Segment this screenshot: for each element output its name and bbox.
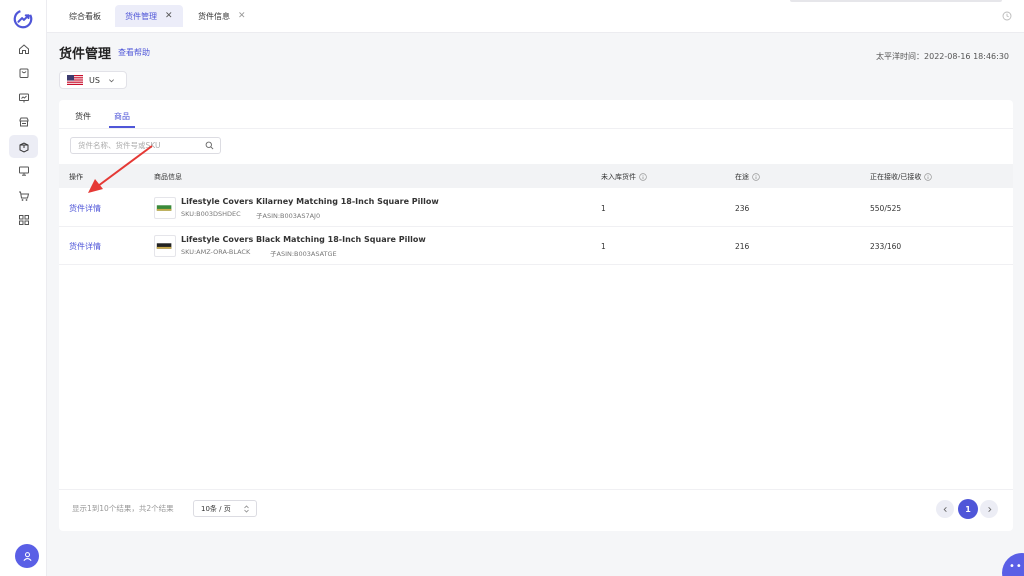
chevron-right-icon xyxy=(987,506,991,512)
top-strip xyxy=(790,0,1002,2)
home-icon xyxy=(18,43,29,54)
more-dots-icon: ••• xyxy=(1009,561,1024,572)
monitor-icon xyxy=(18,166,29,176)
receiving-count: 233/160 xyxy=(870,242,902,251)
apps-grid-icon xyxy=(18,214,29,225)
chart-screen-icon xyxy=(18,93,29,102)
page-size-select[interactable]: 10条 / 页 xyxy=(193,500,257,517)
shipment-details-link[interactable]: 货件详情 xyxy=(69,203,101,214)
sidebar-item-home[interactable] xyxy=(9,37,38,60)
table-row: 货件详情 Lifestyle Covers Black Matching 18-… xyxy=(59,227,1013,265)
page-title: 货件管理 xyxy=(59,47,112,62)
tab-bar: 综合看板 货件管理 ✕ 货件信息 ✕ xyxy=(47,0,1024,33)
column-header-pending: 未入库货件 xyxy=(601,172,647,182)
pending-count: 1 xyxy=(601,242,606,251)
sidebar-item-cart[interactable] xyxy=(9,184,38,207)
search-input[interactable] xyxy=(78,141,198,150)
sidebar-item-apps[interactable] xyxy=(9,208,38,231)
region-value: US xyxy=(89,75,100,85)
shipment-details-link[interactable]: 货件详情 xyxy=(69,241,101,252)
tab-label: 综合看板 xyxy=(69,11,101,21)
product-name: Lifestyle Covers Kilarney Matching 18-In… xyxy=(181,197,439,206)
results-summary: 显示1到10个结果，共2个结果 xyxy=(72,504,174,513)
column-header-receiving: 正在接收/已接收 xyxy=(870,172,933,182)
pending-count: 1 xyxy=(601,204,606,213)
sidebar-item-bag[interactable] xyxy=(9,61,38,84)
cart-icon xyxy=(18,191,29,201)
subtab-shipments[interactable]: 货件 xyxy=(75,111,91,122)
chevron-updown-icon xyxy=(244,505,249,513)
page-1-button[interactable]: 1 xyxy=(958,499,978,519)
product-sku: SKU:B003DSHDEC xyxy=(181,210,241,218)
chevron-left-icon xyxy=(943,506,947,512)
divider xyxy=(59,489,1013,490)
chevron-down-icon xyxy=(108,78,114,82)
region-select[interactable]: US xyxy=(59,71,127,89)
table-row: 货件详情 Lifestyle Covers Kilarney Matching … xyxy=(59,189,1013,227)
help-link[interactable]: 查看帮助 xyxy=(118,47,150,58)
column-header-product-info: 商品信息 xyxy=(154,173,182,181)
clock-icon[interactable] xyxy=(1002,11,1012,21)
sidebar-item-monitor[interactable] xyxy=(9,159,38,182)
sidebar-item-store[interactable] xyxy=(9,110,38,133)
info-icon[interactable] xyxy=(752,173,760,181)
pillow-image xyxy=(156,205,172,211)
product-asin: 子ASIN:B003ASATGE xyxy=(270,250,337,258)
info-icon[interactable] xyxy=(639,173,647,181)
column-header-in-transit: 在途 xyxy=(735,172,760,182)
product-thumbnail xyxy=(154,197,176,219)
info-icon[interactable] xyxy=(924,173,933,181)
product-thumbnail xyxy=(154,235,176,257)
subtab-products[interactable]: 商品 xyxy=(114,111,130,122)
tab-shipment-info[interactable]: 货件信息 ✕ xyxy=(188,5,256,27)
page-size-value: 10条 / 页 xyxy=(201,504,231,513)
tab-label: 货件信息 xyxy=(198,11,230,21)
pillow-image xyxy=(156,243,172,249)
in-transit-count: 236 xyxy=(735,204,750,213)
sidebar-item-package[interactable] xyxy=(9,135,38,158)
store-icon xyxy=(19,117,28,126)
user-icon xyxy=(22,551,32,561)
tab-shipment-management[interactable]: 货件管理 ✕ xyxy=(115,5,183,27)
tab-label: 货件管理 xyxy=(125,11,157,21)
next-page-button[interactable] xyxy=(980,500,998,518)
pacific-time-label: 太平洋时间：2022-08-16 18:46:30 xyxy=(876,52,1009,61)
close-icon[interactable]: ✕ xyxy=(165,11,173,21)
column-header-action: 操作 xyxy=(69,173,83,181)
receiving-count: 550/525 xyxy=(870,204,902,213)
close-icon[interactable]: ✕ xyxy=(238,11,246,21)
search-icon[interactable] xyxy=(205,141,214,150)
divider xyxy=(59,128,1013,129)
table-header: 操作 商品信息 未入库货件 在途 正在接收/已接收 xyxy=(59,164,1013,188)
user-avatar[interactable] xyxy=(15,544,39,568)
trend-logo-icon[interactable] xyxy=(12,8,34,30)
us-flag-icon xyxy=(67,75,83,85)
bag-icon xyxy=(19,68,28,78)
search-box[interactable] xyxy=(70,137,221,154)
product-sku: SKU:AMZ-ORA-BLACK xyxy=(181,248,251,256)
prev-page-button[interactable] xyxy=(936,500,954,518)
tab-overview[interactable]: 综合看板 xyxy=(59,5,111,27)
product-asin: 子ASIN:B003AS7AJ0 xyxy=(256,212,321,220)
sidebar xyxy=(0,0,47,576)
sidebar-item-dashboard[interactable] xyxy=(9,86,38,109)
package-icon xyxy=(19,141,28,153)
product-name: Lifestyle Covers Black Matching 18-Inch … xyxy=(181,235,426,244)
in-transit-count: 216 xyxy=(735,242,750,251)
content-card: 货件 商品 操作 商品信息 未入库货件 在途 正在接收/已接收 货件详情 xyxy=(59,100,1013,531)
